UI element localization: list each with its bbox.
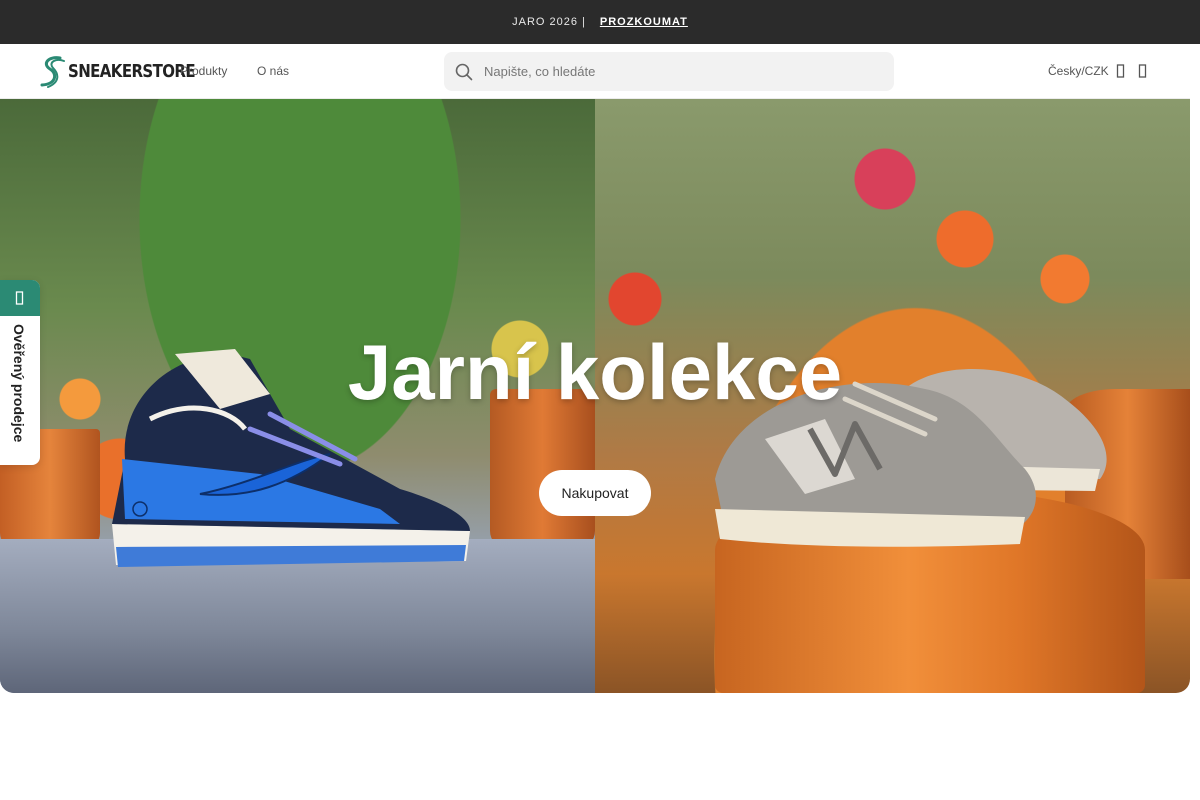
announcement-bar: JARO 2026 | PROZKOUMAT (0, 0, 1200, 44)
shop-now-button[interactable]: Nakupovat (539, 470, 651, 516)
hero-title: Jarní kolekce (347, 328, 843, 416)
explore-link[interactable]: PROZKOUMAT (600, 16, 688, 28)
verified-tab-header (0, 280, 40, 316)
page-frame: SNEAKERSTORE Produkty O nás Česky/CZK (0, 44, 1190, 693)
verified-icon (15, 291, 24, 305)
nav-about[interactable]: O nás (257, 64, 289, 78)
nav-products[interactable]: Produkty (180, 64, 227, 78)
logo-mark-icon (40, 56, 65, 88)
announcement-separator: | (582, 16, 586, 28)
cart-icon[interactable] (1138, 63, 1148, 79)
locale-selector[interactable]: Česky/CZK (1048, 64, 1109, 78)
search-bar[interactable] (444, 52, 894, 91)
verified-seller-tab[interactable]: Ověřený prodejce (0, 280, 40, 465)
logo-text: SNEAKERSTORE (68, 60, 196, 82)
logo[interactable]: SNEAKERSTORE (38, 54, 196, 88)
verified-seller-label: Ověřený prodejce (11, 324, 27, 443)
search-input[interactable] (484, 52, 874, 91)
account-icon[interactable] (1116, 63, 1126, 79)
hero-banner: Jarní kolekce Nakupovat (0, 99, 1190, 693)
announcement-text: JARO 2026 (512, 16, 578, 28)
site-header: SNEAKERSTORE Produkty O nás Česky/CZK (0, 44, 1190, 99)
search-icon[interactable] (444, 52, 484, 91)
